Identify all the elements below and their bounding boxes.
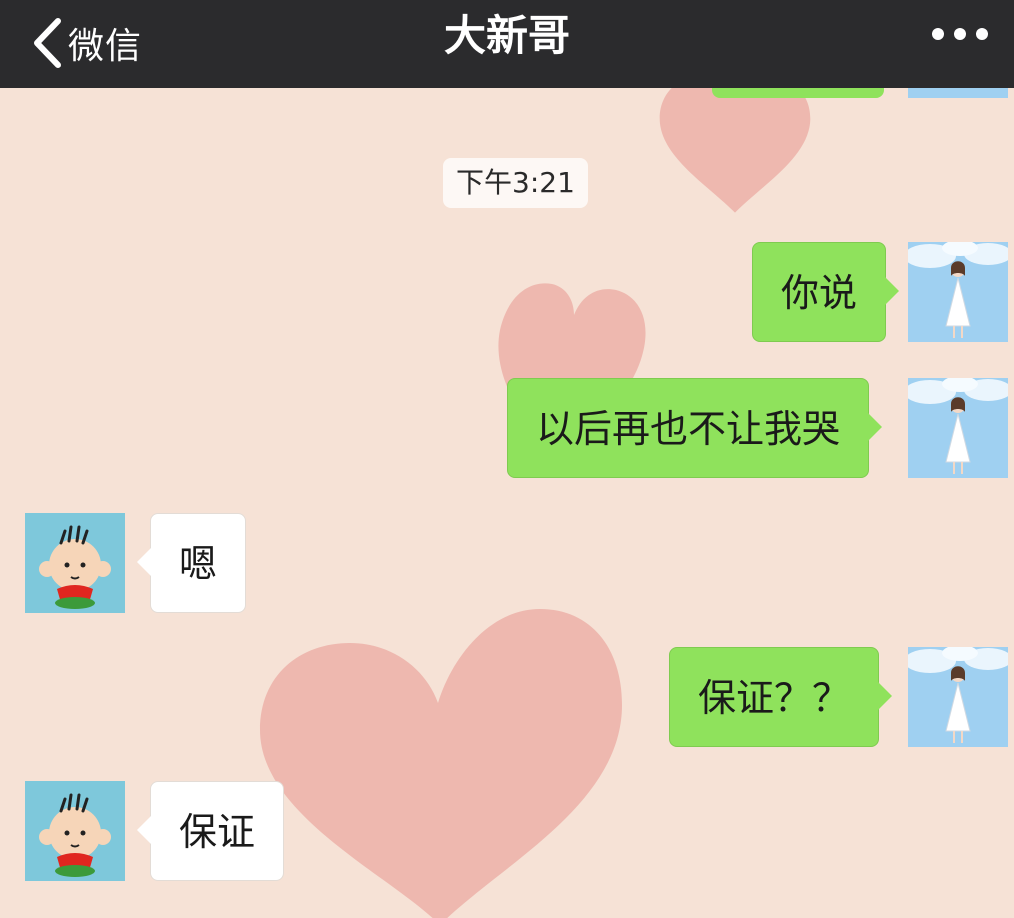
nav-bar: 微信 大新哥 (0, 0, 1014, 88)
contact-avatar[interactable] (25, 513, 125, 613)
message-row: 以后再也不让我哭 (0, 378, 1014, 478)
message-row: 嗯 (0, 513, 1014, 613)
message-timestamp: 下午3:21 (443, 158, 588, 208)
chat-title: 大新哥 (443, 11, 570, 60)
back-button[interactable]: 微信 (30, 10, 142, 76)
chat-screen: 微信 大新哥 下午3:21 你说 以后再也不让我哭 嗯 保证？？ 保证 (0, 0, 1014, 918)
back-label: 微信 (68, 26, 143, 67)
my-avatar[interactable] (908, 647, 1008, 747)
message-row: 保证？？ (0, 647, 1014, 747)
contact-avatar[interactable] (25, 781, 125, 881)
my-avatar[interactable] (908, 242, 1008, 342)
message-row: 保证 (0, 781, 1014, 881)
sent-message-bubble[interactable]: 以后再也不让我哭 (507, 378, 883, 478)
sent-message-bubble[interactable]: 你说 (752, 242, 900, 342)
message-row: 你说 (0, 242, 1014, 342)
chevron-left-icon (30, 17, 64, 69)
received-message-bubble[interactable]: 嗯 (136, 513, 247, 613)
received-message-bubble[interactable]: 保证 (136, 781, 285, 881)
sent-message-bubble[interactable]: 保证？？ (669, 647, 893, 747)
more-dots-icon[interactable] (932, 22, 988, 46)
my-avatar[interactable] (908, 378, 1008, 478)
